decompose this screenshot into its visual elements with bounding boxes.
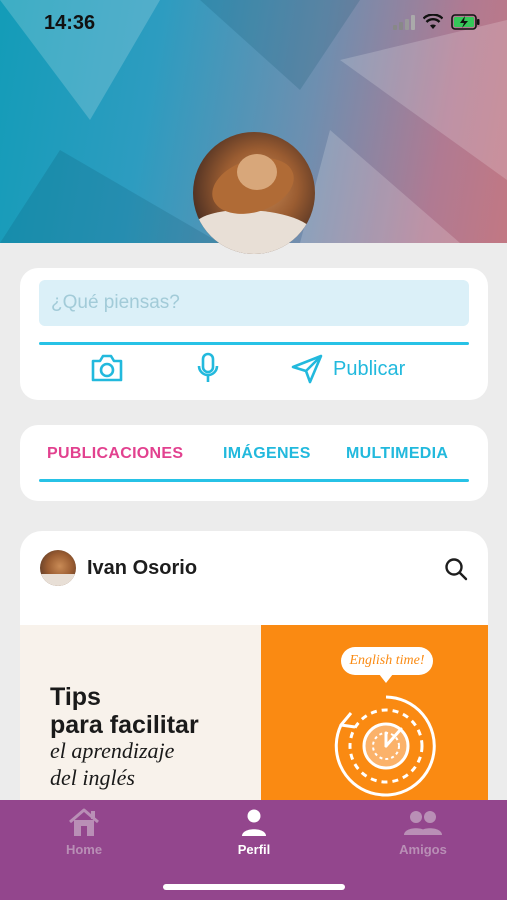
friends-icon [404, 811, 442, 835]
battery-charging-icon [451, 14, 480, 30]
user-icon [242, 809, 266, 836]
profile-tabs: PUBLICACIONES IMÁGENES MULTIMEDIA [20, 425, 488, 501]
post-composer: Publicar [20, 268, 488, 400]
post-search-button[interactable] [444, 557, 468, 586]
post-image-subtitle: el aprendizaje del inglés [50, 738, 175, 790]
tab-multimedia[interactable]: MULTIMEDIA [346, 445, 448, 463]
author-name[interactable]: Ivan Osorio [87, 557, 197, 580]
status-time: 14:36 [44, 12, 96, 34]
microphone-icon [197, 352, 219, 382]
post-image-title: Tips para facilitar [50, 683, 199, 739]
post-input[interactable] [39, 280, 469, 326]
home-indicator[interactable] [163, 884, 345, 890]
cellular-signal-icon [393, 15, 415, 30]
tab-imagenes[interactable]: IMÁGENES [223, 445, 311, 463]
english-time-bubble: English time! [341, 647, 433, 675]
nav-amigos[interactable]: Amigos [373, 808, 473, 857]
profile-avatar[interactable] [193, 132, 315, 254]
wifi-icon [423, 14, 443, 29]
status-bar: 14:36 [0, 0, 507, 50]
nav-home-label: Home [65, 842, 103, 857]
paper-plane-icon [291, 354, 323, 384]
nav-amigos-label: Amigos [399, 842, 447, 857]
camera-icon [91, 354, 123, 382]
home-icon [69, 808, 99, 836]
clock-icon [334, 695, 436, 797]
nav-home[interactable]: Home [34, 808, 134, 857]
microphone-button[interactable] [196, 352, 220, 384]
tabs-divider [39, 479, 469, 482]
author-avatar[interactable] [40, 550, 76, 586]
publish-label: Publicar [333, 357, 406, 380]
composer-divider [39, 342, 469, 345]
nav-perfil-label: Perfil [237, 842, 271, 857]
search-icon [445, 558, 468, 581]
post-card: Ivan Osorio Tips para facilitar el apren… [20, 531, 488, 831]
nav-perfil[interactable]: Perfil [204, 808, 304, 857]
publish-button[interactable]: Publicar [291, 354, 405, 384]
tab-publicaciones[interactable]: PUBLICACIONES [47, 445, 183, 463]
camera-button[interactable] [90, 354, 124, 382]
